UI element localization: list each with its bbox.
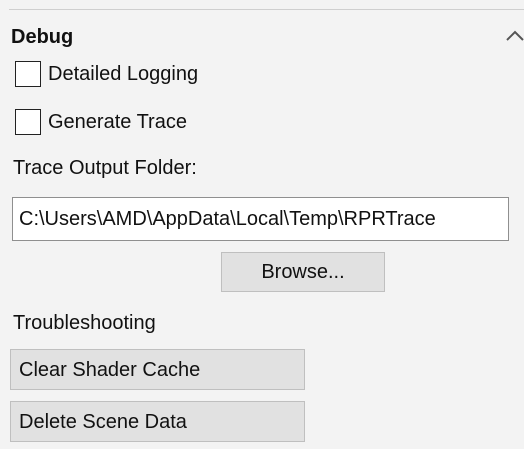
troubleshooting-title: Troubleshooting [13,312,156,334]
generate-trace-checkbox[interactable] [15,109,41,135]
detailed-logging-checkbox[interactable] [15,61,41,87]
trace-output-folder-input[interactable] [12,197,509,241]
generate-trace-option[interactable]: Generate Trace [15,107,187,137]
panel-top-divider [9,9,524,10]
detailed-logging-label: Detailed Logging [48,63,199,85]
browse-button[interactable]: Browse... [221,252,385,292]
clear-shader-cache-button[interactable]: Clear Shader Cache [10,349,305,390]
delete-scene-data-button[interactable]: Delete Scene Data [10,401,305,442]
trace-output-folder-label: Trace Output Folder: [13,157,197,179]
chevron-up-icon[interactable] [505,27,524,43]
generate-trace-label: Generate Trace [48,111,187,133]
detailed-logging-option[interactable]: Detailed Logging [15,59,198,89]
debug-section-title: Debug [11,26,74,48]
